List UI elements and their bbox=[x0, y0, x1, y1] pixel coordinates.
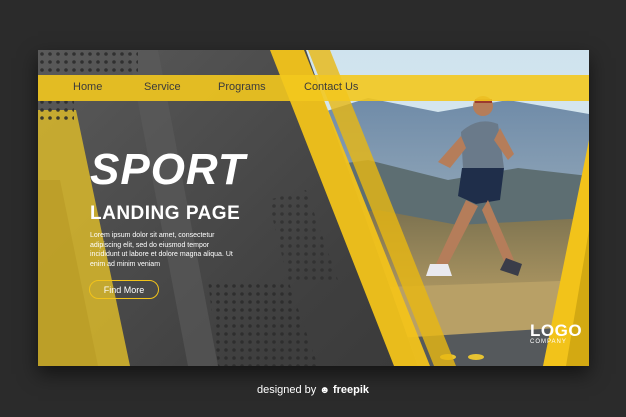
freepik-icon: ☻ bbox=[319, 385, 330, 396]
nav-item-programs[interactable]: Programs bbox=[218, 81, 266, 93]
top-navigation: Home Service Programs Contact Us bbox=[38, 75, 589, 101]
landing-page-card: Home Service Programs Contact Us SPORT L… bbox=[38, 50, 589, 366]
logo-text: LOGO bbox=[530, 321, 583, 340]
logo-subtext: COMPANY bbox=[530, 339, 567, 345]
nav-item-home[interactable]: Home bbox=[73, 81, 102, 93]
company-logo: LOGO COMPANY bbox=[530, 322, 582, 346]
nav-item-contact-us[interactable]: Contact Us bbox=[304, 81, 358, 93]
hero-title: SPORT bbox=[90, 145, 246, 194]
find-more-button[interactable]: Find More bbox=[89, 280, 159, 299]
designer-credit: designed by ☻ freepik bbox=[0, 384, 626, 396]
hero-subtitle: LANDING PAGE bbox=[90, 203, 241, 224]
credit-brand: freepik bbox=[332, 384, 370, 396]
nav-item-service[interactable]: Service bbox=[144, 81, 181, 93]
credit-prefix: designed by bbox=[256, 384, 317, 396]
hero-description: Lorem ipsum dolor sit amet, consectetur … bbox=[90, 232, 233, 268]
